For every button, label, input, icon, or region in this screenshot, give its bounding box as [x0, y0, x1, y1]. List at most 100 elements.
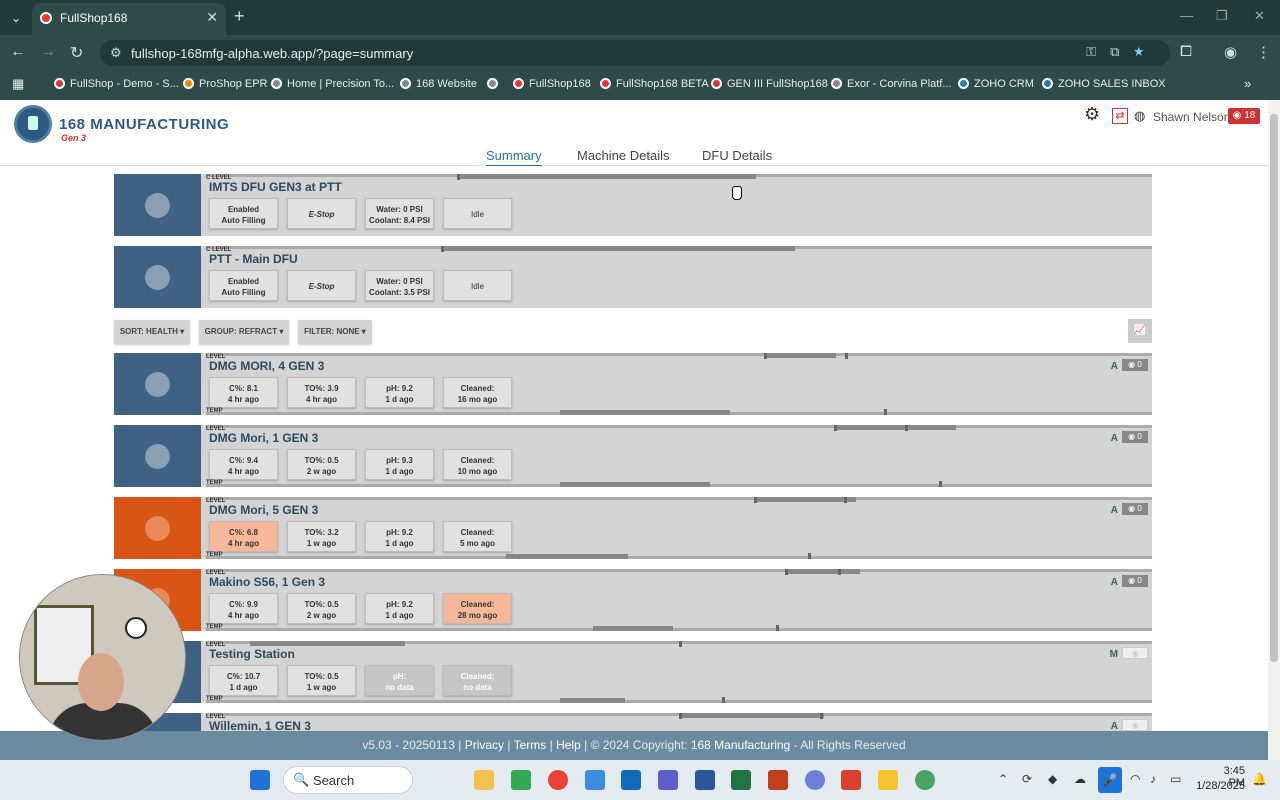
app-gear-icon[interactable]	[805, 770, 825, 790]
start-windows-icon[interactable]	[250, 770, 270, 790]
bookmark-item[interactable]: FullShop168 BETA	[600, 78, 709, 90]
tramp-oil-pill[interactable]: TO%: 3.2 1 w ago	[287, 521, 356, 552]
bookmark-item[interactable]: FullShop168	[513, 78, 591, 90]
dropbox-icon[interactable]: ◆	[1048, 772, 1057, 786]
machine-name[interactable]: DMG MORI, 4 GEN 3	[209, 359, 324, 373]
estop-pill[interactable]: E-Stop	[287, 270, 356, 301]
tramp-oil-pill[interactable]: TO%: 0.5 2 w ago	[287, 593, 356, 624]
machine-card[interactable]: LEVEL DMG Mori, 5 GEN 3 C%: 6.8 4 hr ago …	[114, 497, 1152, 559]
machine-name[interactable]: Makino S56, 1 Gen 3	[209, 575, 325, 589]
cleaned-pill[interactable]: Cleaned: 5 mo ago	[443, 521, 512, 552]
tray-sync-icon[interactable]: ⟳	[1022, 772, 1032, 786]
page-scrollbar[interactable]	[1268, 100, 1280, 760]
ph-pill[interactable]: pH: 9.2 1 d ago	[365, 521, 434, 552]
teams-icon[interactable]	[658, 770, 678, 790]
forward-icon[interactable]: →	[40, 43, 56, 61]
word-icon[interactable]	[695, 770, 715, 790]
bookmark-item[interactable]: ProShop EPR	[183, 78, 267, 90]
wifi-icon[interactable]: ◠	[1130, 772, 1140, 786]
app-red-icon[interactable]	[841, 770, 861, 790]
cleaned-pill[interactable]: Cleaned: 28 mo ago	[443, 593, 512, 624]
settings-gear-icon[interactable]: ⚙	[1084, 104, 1100, 125]
install-app-icon[interactable]: ⧉	[1110, 44, 1133, 59]
taskbar-date[interactable]: 1/28/2025	[1192, 780, 1245, 792]
machine-card[interactable]: LEVEL Testing Station C%: 10.7 1 d ago TO…	[114, 641, 1152, 703]
privacy-link[interactable]: Privacy	[465, 738, 504, 752]
more-bookmarks-icon[interactable]: »	[1244, 76, 1251, 91]
close-tab-icon[interactable]: ✕	[206, 9, 218, 26]
machine-name[interactable]: DMG Mori, 1 GEN 3	[209, 431, 318, 445]
filter-dropdown[interactable]: FILTER: NONE ▾	[298, 320, 372, 344]
concentration-pill[interactable]: C%: 9.9 4 hr ago	[209, 593, 278, 624]
watchers-badge[interactable]: ◉ 0	[1122, 503, 1148, 515]
profile-icon[interactable]: ◉	[1224, 43, 1237, 61]
file-explorer-icon[interactable]	[474, 770, 494, 790]
watchers-badge[interactable]: ◉ 0	[1122, 431, 1148, 443]
machine-card[interactable]: LEVEL DMG MORI, 4 GEN 3 C%: 8.1 4 hr ago …	[114, 353, 1152, 415]
back-icon[interactable]: ←	[10, 43, 26, 61]
photos-icon[interactable]	[585, 770, 605, 790]
notification-bell-icon[interactable]: 🔔	[1252, 772, 1267, 786]
group-dropdown[interactable]: GROUP: REFRACT ▾	[199, 320, 289, 344]
help-link[interactable]: Help	[556, 738, 581, 752]
apps-grid-icon[interactable]: ▦	[12, 76, 24, 92]
sort-dropdown[interactable]: SORT: HEALTH ▾	[114, 320, 190, 344]
close-window-icon[interactable]: ✕	[1254, 8, 1265, 24]
dfu-name[interactable]: PTT - Main DFU	[209, 252, 298, 266]
concentration-pill[interactable]: C%: 9.4 4 hr ago	[209, 449, 278, 480]
bookmark-item[interactable]: ZOHO CRM	[958, 78, 1034, 90]
chart-view-icon[interactable]: 📈	[1128, 319, 1152, 343]
bookmark-item[interactable]: ZOHO SALES INBOX	[1042, 78, 1166, 90]
logo-icon[interactable]	[14, 105, 52, 143]
bookmark-item[interactable]: 168 Website	[400, 78, 477, 90]
webcam-overlay[interactable]	[19, 574, 186, 741]
cleaned-pill[interactable]: Cleaned: 10 mo ago	[443, 449, 512, 480]
alerts-badge[interactable]: ◉ 18	[1228, 108, 1260, 124]
globe-icon[interactable]: ◍	[1134, 108, 1145, 124]
tramp-oil-pill[interactable]: TO%: 0.5 2 w ago	[287, 449, 356, 480]
new-tab-icon[interactable]: +	[234, 6, 245, 27]
machine-card[interactable]: LEVEL Makino S56, 1 Gen 3 C%: 9.9 4 hr ag…	[114, 569, 1152, 631]
address-bar[interactable]: ⚙ fullshop-168mfg-alpha.web.app/?page=su…	[100, 40, 1170, 66]
excel-icon[interactable]	[731, 770, 751, 790]
bookmark-item[interactable]	[487, 78, 503, 90]
scrollbar-thumb[interactable]	[1270, 114, 1278, 662]
machine-name[interactable]: Testing Station	[209, 647, 295, 661]
concentration-pill[interactable]: C%: 10.7 1 d ago	[209, 665, 278, 696]
watchers-badge[interactable]: ◉	[1122, 647, 1148, 659]
watchers-badge[interactable]: ◉ 0	[1122, 359, 1148, 371]
machine-card[interactable]: LEVEL Willemin, 1 GEN 3 A ◉	[114, 713, 1152, 731]
tray-chevron-icon[interactable]: ⌃	[998, 772, 1008, 786]
ph-pill[interactable]: pH: 9.2 1 d ago	[365, 377, 434, 408]
minimize-icon[interactable]: —	[1180, 8, 1193, 23]
google-drive-icon[interactable]	[511, 770, 531, 790]
site-info-icon[interactable]: ⚙	[110, 45, 122, 61]
machine-name[interactable]: Willemin, 1 GEN 3	[209, 719, 311, 731]
reload-icon[interactable]: ↻	[70, 43, 83, 63]
watchers-badge[interactable]: ◉ 0	[1122, 575, 1148, 587]
onedrive-icon[interactable]: ☁	[1074, 772, 1086, 786]
sticky-notes-icon[interactable]	[878, 770, 898, 790]
concentration-pill[interactable]: C%: 8.1 4 hr ago	[209, 377, 278, 408]
menu-dots-icon[interactable]: ⋮	[1256, 43, 1271, 61]
tramp-oil-pill[interactable]: TO%: 3.9 4 hr ago	[287, 377, 356, 408]
tab-search-icon[interactable]: ⌄	[6, 8, 26, 28]
maximize-icon[interactable]: ❐	[1216, 8, 1228, 24]
battery-icon[interactable]: ▭	[1170, 772, 1181, 786]
concentration-pill[interactable]: C%: 6.8 4 hr ago	[209, 521, 278, 552]
microphone-icon[interactable]: 🎤	[1098, 767, 1122, 793]
bookmark-item[interactable]: Home | Precision To...	[271, 78, 394, 90]
outlook-icon[interactable]	[621, 770, 641, 790]
watchers-badge[interactable]: ◉	[1122, 719, 1148, 731]
ph-pill[interactable]: pH: 9.2 1 d ago	[365, 593, 434, 624]
volume-icon[interactable]: ♪	[1150, 772, 1156, 786]
footer-brand[interactable]: 168 Manufacturing	[691, 738, 790, 752]
terms-link[interactable]: Terms	[514, 738, 547, 752]
tab-machine-details[interactable]: Machine Details	[577, 148, 670, 163]
machine-name[interactable]: DMG Mori, 5 GEN 3	[209, 503, 318, 517]
dfu-card[interactable]: C LEVEL PTT - Main DFU Enabled Auto Filli…	[114, 246, 1152, 308]
swap-icon[interactable]: ⇄	[1112, 108, 1128, 124]
bookmark-item[interactable]: FullShop - Demo - S...	[54, 78, 179, 90]
user-name[interactable]: Shawn Nelson	[1153, 110, 1230, 124]
tramp-oil-pill[interactable]: TO%: 0.5 1 w ago	[287, 665, 356, 696]
